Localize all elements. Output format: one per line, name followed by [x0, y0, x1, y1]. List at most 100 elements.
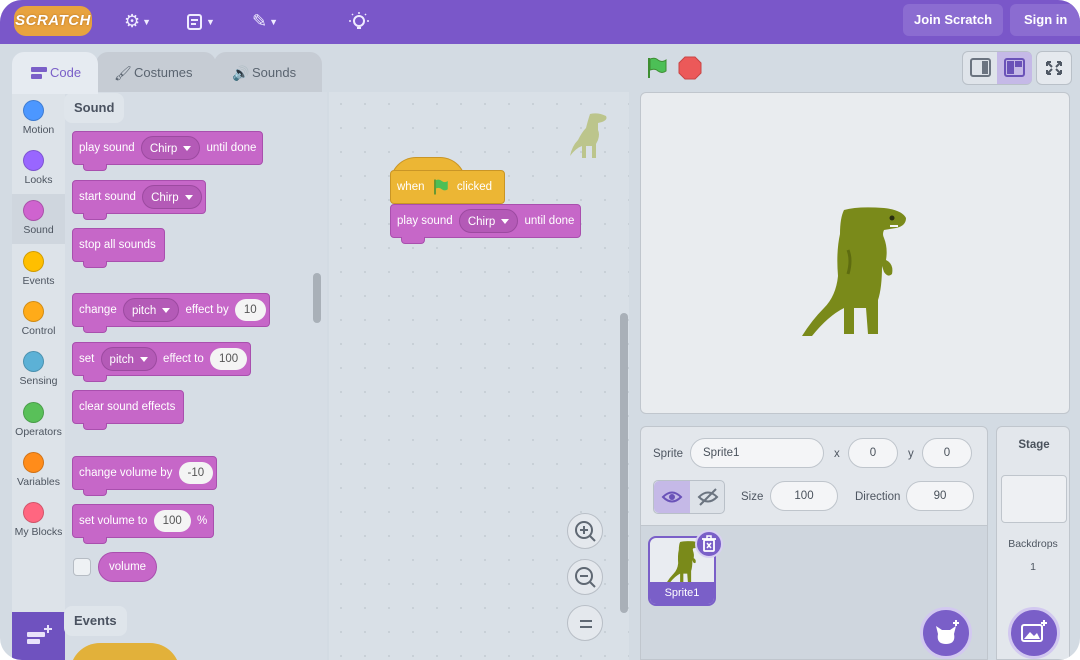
- category-operators[interactable]: Operators: [12, 396, 65, 446]
- block-notch: [83, 164, 107, 171]
- join-scratch-button[interactable]: Join Scratch: [903, 4, 1003, 36]
- my-blocks-dot: [23, 502, 44, 523]
- code-icon: [31, 67, 47, 79]
- category-control[interactable]: Control: [12, 295, 65, 345]
- volume-monitor-checkbox[interactable]: [73, 558, 91, 576]
- add-backdrop-button[interactable]: [1008, 607, 1060, 659]
- category-motion[interactable]: Motion: [12, 94, 65, 144]
- block-text: start sound: [79, 191, 136, 203]
- eye-crossed-icon: [697, 488, 719, 506]
- set-volume-block[interactable]: set volume to 100 %: [72, 504, 215, 544]
- number-input[interactable]: -10: [178, 462, 214, 484]
- settings-menu[interactable]: ⚙ ▼: [124, 10, 151, 32]
- sound-menu[interactable]: Chirp: [458, 209, 519, 233]
- add-extension-button[interactable]: [12, 612, 65, 660]
- number-input[interactable]: 100: [153, 510, 191, 532]
- category-sound[interactable]: Sound: [12, 194, 65, 244]
- large-stage-icon: [1004, 58, 1025, 77]
- stop-all-sounds-block[interactable]: stop all sounds: [72, 228, 165, 268]
- x-field[interactable]: 0: [848, 438, 898, 468]
- script-scrollbar[interactable]: [620, 313, 628, 613]
- tutorials-button[interactable]: [349, 10, 369, 32]
- category-events[interactable]: Events: [12, 245, 65, 295]
- variables-dot: [23, 452, 44, 473]
- play-sound-until-done-block[interactable]: play sound Chirp until done: [72, 131, 264, 171]
- zoom-in-icon: [575, 521, 596, 542]
- number-input[interactable]: 10: [234, 299, 266, 321]
- volume-reporter-block[interactable]: volume: [98, 552, 158, 582]
- palette-scrollbar[interactable]: [313, 273, 321, 323]
- sprite-watermark-icon: [570, 113, 607, 158]
- small-stage-button[interactable]: [963, 52, 998, 84]
- stage-size-toggle: [962, 51, 1032, 85]
- menu-bar: SCRATCH ⚙ ▼ ▼ ✎ ▼ Join Scratch Sign in: [0, 0, 1080, 44]
- when-flag-clicked-block[interactable]: when clicked: [390, 170, 506, 204]
- chevron-down-icon: ▼: [206, 17, 215, 28]
- delete-sprite-button[interactable]: [695, 530, 723, 558]
- tab-code[interactable]: Code: [12, 52, 98, 94]
- clear-sound-effects-block[interactable]: clear sound effects: [72, 390, 185, 430]
- block-notch: [83, 423, 107, 430]
- effect-menu[interactable]: pitch: [122, 298, 180, 322]
- direction-field[interactable]: 90: [906, 481, 974, 511]
- zoom-in-button[interactable]: [567, 513, 603, 549]
- dropdown-arrow-icon: [162, 308, 171, 314]
- sound-menu[interactable]: Chirp: [142, 185, 202, 209]
- effect-menu[interactable]: pitch: [100, 347, 157, 371]
- sound-menu[interactable]: Chirp: [140, 136, 201, 160]
- edit-menu[interactable]: ✎ ▼: [252, 10, 278, 32]
- set-effect-block[interactable]: set pitch effect to 100: [72, 342, 252, 382]
- block-text: change volume by: [79, 467, 173, 479]
- start-sound-block[interactable]: start sound Chirp: [72, 180, 206, 220]
- fullscreen-button[interactable]: [1036, 51, 1072, 85]
- block-text: until done: [524, 215, 575, 227]
- size-field[interactable]: 100: [770, 481, 838, 511]
- block-text: set volume to: [79, 515, 148, 527]
- large-stage-button[interactable]: [997, 52, 1032, 84]
- events-heading: Events: [64, 606, 127, 636]
- block-notch: [83, 261, 107, 268]
- category-label: Operators: [15, 426, 62, 438]
- change-volume-block[interactable]: change volume by -10: [72, 456, 218, 496]
- dinosaur-sprite[interactable]: [798, 204, 914, 340]
- operators-dot: [23, 402, 44, 423]
- file-menu[interactable]: ▼: [186, 10, 215, 32]
- dropdown-arrow-icon: [501, 219, 510, 225]
- extension-icon: [27, 625, 52, 644]
- zoom-out-icon: [575, 567, 596, 588]
- hide-sprite-button[interactable]: [690, 481, 726, 513]
- category-looks[interactable]: Looks: [12, 144, 65, 194]
- y-field[interactable]: 0: [922, 438, 972, 468]
- scratch-logo[interactable]: SCRATCH: [14, 6, 92, 36]
- block-text: %: [197, 515, 208, 527]
- category-sensing[interactable]: Sensing: [12, 345, 65, 395]
- y-label: y: [908, 448, 914, 460]
- stop-button[interactable]: [678, 56, 702, 80]
- events-hat-block[interactable]: [70, 643, 180, 660]
- zoom-reset-button[interactable]: [567, 605, 603, 641]
- tab-costumes[interactable]: 🖌 Costumes: [96, 52, 216, 94]
- category-label: Sensing: [19, 375, 58, 387]
- script-play-sound-block[interactable]: play sound Chirp until done: [390, 204, 582, 244]
- lightbulb-icon: [349, 12, 369, 30]
- block-notch: [83, 213, 107, 220]
- sprite-name-field[interactable]: Sprite1: [690, 438, 824, 468]
- category-my-blocks[interactable]: My Blocks: [12, 496, 65, 546]
- zoom-out-button[interactable]: [567, 559, 603, 595]
- tab-sounds[interactable]: 🔊 Sounds: [214, 52, 322, 94]
- block-text: play sound: [397, 215, 453, 227]
- number-input[interactable]: 100: [209, 348, 248, 370]
- sensing-dot: [23, 351, 44, 372]
- add-sprite-button[interactable]: [920, 607, 972, 659]
- size-label: Size: [741, 491, 764, 503]
- category-label: Sound: [23, 224, 54, 236]
- category-variables[interactable]: Variables: [12, 446, 65, 496]
- backdrops-label: Backdrops: [1008, 538, 1058, 550]
- change-effect-block[interactable]: change pitch effect by 10: [72, 293, 270, 333]
- show-sprite-button[interactable]: [654, 481, 690, 513]
- sign-in-button[interactable]: Sign in: [1010, 4, 1080, 36]
- stage-thumbnail[interactable]: [1001, 475, 1067, 523]
- menu-value: pitch: [109, 354, 134, 366]
- green-flag-button[interactable]: [645, 56, 669, 80]
- file-icon: [187, 14, 202, 31]
